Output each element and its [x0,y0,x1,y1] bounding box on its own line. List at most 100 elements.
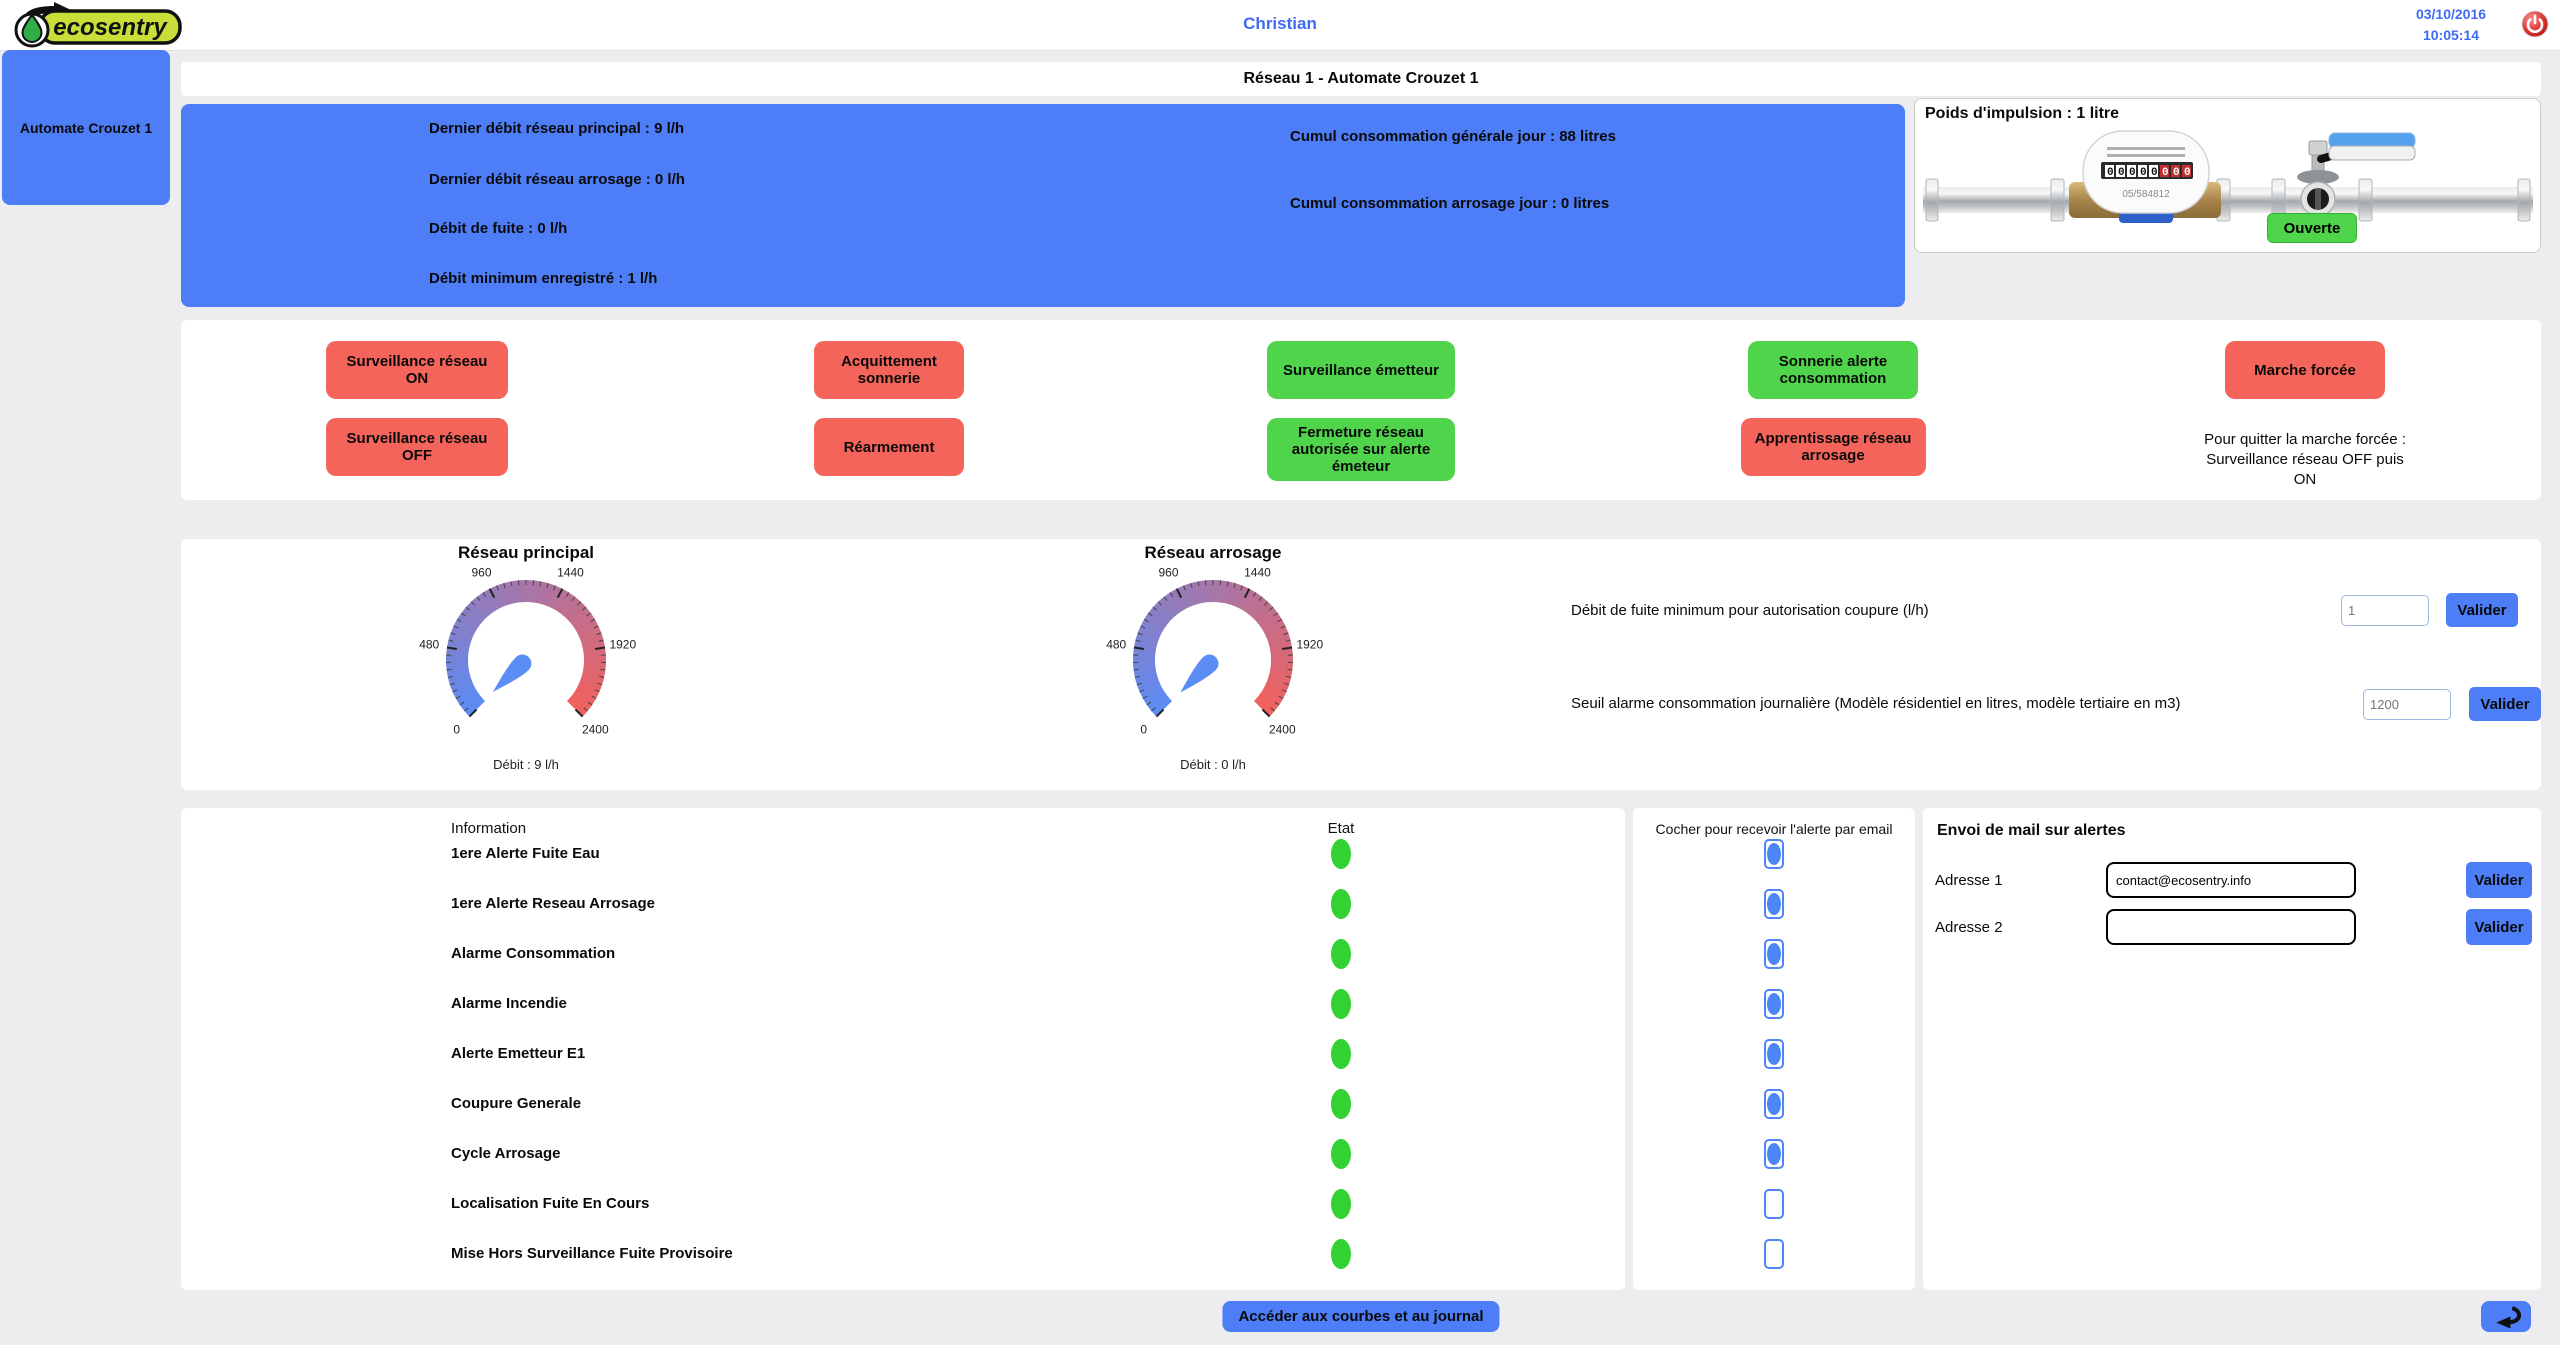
alert-email-checkbox[interactable] [1764,839,1784,869]
adresse-2-valider-button[interactable]: Valider [2466,909,2532,945]
surveillance-reseau-on-button[interactable]: Surveillance réseau ON [326,341,508,399]
daily-alarm-valider-button[interactable]: Valider [2469,687,2541,721]
svg-text:0: 0 [2107,167,2114,179]
marche-forcee-note: Pour quitter la marche forcée : Surveill… [2198,430,2413,490]
status-dot-green [1331,989,1351,1019]
network-status-panel: Dernier débit réseau principal : 9 l/h D… [181,104,1905,307]
rearmement-button[interactable]: Réarmement [814,418,964,476]
alert-row-label: Alarme Incendie [451,995,567,1012]
controls-row-1: Surveillance réseau ON Acquittement sonn… [181,341,2541,399]
gauge-dial: 0480960144019202400 [1093,565,1333,750]
column-header-etat: Etat [1291,820,1391,837]
status-line: Dernier débit réseau principal : 9 l/h [429,120,684,137]
alert-email-checkbox[interactable] [1764,1139,1784,1169]
gauge-caption: Débit : 9 l/h [366,757,686,772]
alert-email-checkbox[interactable] [1764,1239,1784,1269]
marche-forcee-button[interactable]: Marche forcée [2225,341,2385,399]
alert-row-label: 1ere Alerte Reseau Arrosage [451,895,655,912]
svg-text:0: 0 [1140,722,1147,736]
svg-text:2400: 2400 [1269,722,1296,736]
status-line: Cumul consommation générale jour : 88 li… [1290,128,1616,145]
alert-email-checkbox[interactable] [1764,889,1784,919]
column-header-email-check: Cocher pour recevoir l'alerte par email [1633,821,1915,837]
svg-text:0: 0 [2173,167,2180,179]
status-dot-green [1331,839,1351,869]
status-dot-green [1331,939,1351,969]
svg-text:2400: 2400 [582,722,609,736]
pulse-weight-panel: Poids d'impulsion : 1 litre [1914,98,2541,253]
gauge-reseau-arrosage: Réseau arrosage 0480960144019202400 Débi… [1053,543,1373,772]
svg-text:0: 0 [2162,167,2169,179]
pulse-weight-title: Poids d'impulsion : 1 litre [1925,105,2119,123]
gauge-dial: 0480960144019202400 [406,565,646,750]
status-dot-green [1331,1089,1351,1119]
water-meter-illustration: 0 0 0 0 0 0 0 0 05/584812 [1923,129,2533,251]
leak-threshold-valider-button[interactable]: Valider [2446,593,2518,627]
alert-row-label: Alarme Consommation [451,945,615,962]
return-button[interactable] [2481,1301,2531,1332]
gauges-panel: Réseau principal 0480960144019202400 Déb… [181,539,2541,790]
status-dot-green [1331,1189,1351,1219]
leak-threshold-label: Débit de fuite minimum pour autorisation… [1571,602,1929,619]
sidebar-item-automate-crouzet-1[interactable]: Automate Crouzet 1 [2,50,170,205]
gauge-caption: Débit : 0 l/h [1053,757,1373,772]
adresse-1-valider-button[interactable]: Valider [2466,862,2532,898]
valve-state-button[interactable]: Ouverte [2267,213,2357,243]
apprentissage-arrosage-button[interactable]: Apprentissage réseau arrosage [1741,418,1926,476]
power-icon [2521,10,2549,38]
status-dot-green [1331,889,1351,919]
controls-panel: Surveillance réseau ON Acquittement sonn… [181,320,2541,500]
leak-threshold-input[interactable] [2341,595,2429,626]
status-line: Débit minimum enregistré : 1 l/h [429,270,657,287]
return-arrow-icon [2488,1305,2524,1329]
top-bar: ecosentry Christian 03/10/2016 10:05:14 [0,0,2560,51]
logout-power-button[interactable] [2521,10,2549,38]
meter-serial: 05/584812 [2122,189,2170,200]
alert-email-checkbox[interactable] [1764,1189,1784,1219]
svg-text:0: 0 [2151,167,2158,179]
datetime-display: 03/10/2016 10:05:14 [2395,4,2507,46]
current-time: 10:05:14 [2395,25,2507,46]
svg-text:960: 960 [1158,566,1178,580]
adresse-1-label: Adresse 1 [1935,872,2003,889]
surveillance-emetteur-button[interactable]: Surveillance émetteur [1267,341,1455,399]
status-dot-green [1331,1139,1351,1169]
alert-email-checkbox[interactable] [1764,1089,1784,1119]
svg-text:1440: 1440 [1244,566,1271,580]
adresse-1-input[interactable] [2106,862,2356,898]
gauge-title: Réseau arrosage [1053,543,1373,565]
logged-user-name: Christian [0,14,2560,34]
acquittement-sonnerie-button[interactable]: Acquittement sonnerie [814,341,964,399]
controls-row-2: Surveillance réseau OFF Réarmement Ferme… [181,418,2541,490]
alert-email-checkbox[interactable] [1764,939,1784,969]
sidebar-item-label: Automate Crouzet 1 [20,120,152,136]
adresse-2-input[interactable] [2106,909,2356,945]
svg-text:0: 0 [2184,167,2191,179]
svg-text:960: 960 [471,566,491,580]
daily-alarm-threshold-input[interactable] [2363,689,2451,720]
status-dot-green [1331,1239,1351,1269]
fermeture-reseau-button[interactable]: Fermeture réseau autorisée sur alerte ém… [1267,418,1455,481]
page-title: Réseau 1 - Automate Crouzet 1 [181,62,2541,96]
svg-text:480: 480 [419,638,439,652]
alert-row-label: Cycle Arrosage [451,1145,561,1162]
svg-text:1440: 1440 [557,566,584,580]
ecosentry-dashboard: ecosentry Christian 03/10/2016 10:05:14 [0,0,2560,1345]
alert-email-checkbox[interactable] [1764,1039,1784,1069]
alerts-list-panel: Information Etat 1ere Alerte Fuite Eau 1… [181,808,1625,1290]
curves-journal-button[interactable]: Accéder aux courbes et au journal [1222,1301,1499,1332]
status-line: Débit de fuite : 0 l/h [429,220,567,237]
alert-email-checkbox[interactable] [1764,989,1784,1019]
gauge-reseau-principal: Réseau principal 0480960144019202400 Déb… [366,543,686,772]
alert-row-label: Localisation Fuite En Cours [451,1195,649,1212]
status-dot-green [1331,1039,1351,1069]
mail-panel-title: Envoi de mail sur alertes [1937,822,2126,840]
surveillance-reseau-off-button[interactable]: Surveillance réseau OFF [326,418,508,476]
svg-text:0: 0 [2129,167,2136,179]
svg-text:0: 0 [2118,167,2125,179]
current-date: 03/10/2016 [2395,4,2507,25]
column-header-information: Information [451,820,526,837]
gauge-title: Réseau principal [366,543,686,565]
sonnerie-alerte-conso-button[interactable]: Sonnerie alerte consommation [1748,341,1918,399]
status-line: Dernier débit réseau arrosage : 0 l/h [429,171,685,188]
